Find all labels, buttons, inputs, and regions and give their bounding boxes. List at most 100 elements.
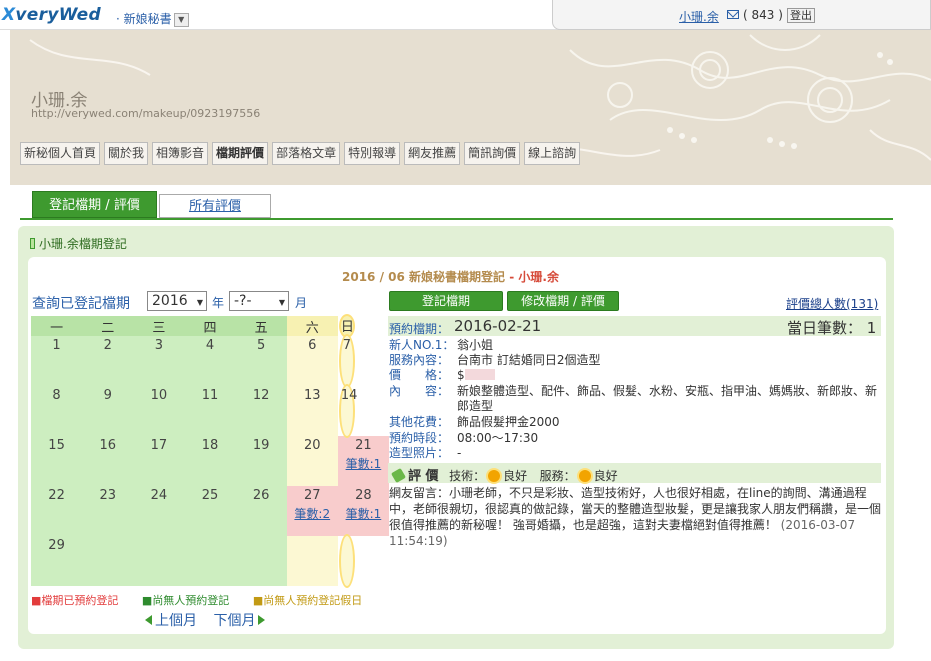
register-schedule-button[interactable]: 登記檔期: [389, 291, 503, 311]
chevron-down-icon[interactable]: ▼: [173, 12, 189, 27]
pencil-icon: [390, 467, 407, 484]
calendar-day[interactable]: 13: [286, 386, 338, 436]
nav-item-home[interactable]: 新秘個人首頁: [20, 142, 101, 165]
mail-icon[interactable]: [727, 10, 739, 19]
calendar-week: 22 23 24 25 26 27 筆數:2 28 筆數:1: [31, 486, 389, 536]
day-number: 6: [308, 338, 317, 353]
day-number: 14: [340, 388, 358, 403]
nav-item-sms[interactable]: 簡訊詢價: [464, 142, 521, 165]
year-label: 年: [212, 296, 225, 310]
calendar-day[interactable]: 21 筆數:1: [337, 436, 389, 486]
nav-item-consult[interactable]: 線上諮詢: [524, 142, 581, 165]
calendar-day[interactable]: 29: [31, 536, 83, 586]
calendar-day[interactable]: 24: [133, 486, 185, 536]
calendar-day: [235, 536, 287, 586]
day-number: 3: [154, 338, 163, 353]
calendar-day: [286, 536, 338, 586]
calendar-day[interactable]: 23: [82, 486, 134, 536]
weekday-header: 日: [340, 316, 354, 336]
calendar-day[interactable]: 14: [340, 386, 357, 436]
calendar-day[interactable]: 19: [235, 436, 287, 486]
nav-item-special[interactable]: 特別報導: [344, 142, 401, 165]
calendar-week: 8 9 10 11 12 13 14: [31, 386, 389, 436]
day-number: 10: [150, 388, 168, 403]
booking-date: 2016-02-21: [454, 317, 542, 335]
calendar-day[interactable]: 25: [184, 486, 236, 536]
calendar-day[interactable]: 9: [82, 386, 134, 436]
legend-free-holiday: ■尚無人預約登記假日: [252, 594, 363, 607]
calendar-day[interactable]: 1: [31, 336, 83, 386]
calendar-day[interactable]: 3: [133, 336, 185, 386]
username-link[interactable]: 小珊.余: [679, 8, 719, 25]
site-section-menu[interactable]: · 新娘秘書 ▼: [116, 10, 189, 27]
calendar-day[interactable]: 28 筆數:1: [337, 486, 389, 536]
calendar-day[interactable]: 4: [184, 336, 236, 386]
weekday-header: 五: [235, 316, 287, 336]
weekday-header: 三: [133, 316, 185, 336]
day-number: 19: [252, 438, 270, 453]
calendar-day[interactable]: 18: [184, 436, 236, 486]
month-pager: 上個月 下個月: [145, 610, 266, 630]
month-label: 月: [295, 296, 308, 310]
calendar-day[interactable]: 16: [82, 436, 134, 486]
calendar-heading: 2016 / 06 新娘秘書檔期登記 - 小珊.余: [342, 270, 559, 284]
day-number: 4: [205, 338, 215, 353]
calendar-day[interactable]: 15: [31, 436, 83, 486]
day-number: 13: [304, 388, 321, 403]
message-count: ( 843 ): [743, 8, 783, 22]
nav-item-recommend[interactable]: 網友推薦: [404, 142, 461, 165]
day-number: 28: [355, 488, 372, 503]
nav-item-about[interactable]: 關於我: [104, 142, 149, 165]
day-number: 29: [48, 538, 65, 553]
calendar-day[interactable]: 2: [82, 336, 134, 386]
nav-item-blog[interactable]: 部落格文章: [272, 142, 341, 165]
review-total-link[interactable]: 評價總人數(131): [786, 295, 878, 312]
day-number: 18: [201, 438, 219, 453]
calendar-day[interactable]: 20: [286, 436, 338, 486]
calendar-day: [133, 536, 185, 586]
edit-schedule-button[interactable]: 修改檔期 / 評價: [507, 291, 619, 311]
day-number: 5: [256, 338, 266, 353]
calendar-day[interactable]: 27 筆數:2: [286, 486, 338, 536]
booking-count-link[interactable]: 筆數:2: [287, 505, 338, 522]
nav-item-album[interactable]: 相簿影音: [152, 142, 209, 165]
tab-all-reviews[interactable]: 所有評價: [159, 194, 271, 218]
tab-underline: [20, 218, 893, 220]
calendar-day[interactable]: 12: [235, 386, 287, 436]
weekday-header: 二: [82, 316, 134, 336]
weekday-header: 六: [286, 316, 338, 336]
page-left-margin: [0, 30, 10, 661]
calendar-day[interactable]: 10: [133, 386, 185, 436]
calendar-day[interactable]: 26: [235, 486, 287, 536]
month-select[interactable]: -?-: [229, 291, 289, 312]
booking-calendar: 一二三四五六日 1 2 3 4 5 6 7 8 9 10 11 12 13 14 15 16 17 18 19 20 2…: [31, 316, 389, 586]
booking-count-link[interactable]: 筆數:1: [338, 505, 389, 522]
prev-month-link[interactable]: 上個月: [155, 613, 197, 629]
nav-item-schedule[interactable]: 檔期評價: [212, 142, 269, 165]
calendar-day[interactable]: 8: [31, 386, 83, 436]
verywed-logo[interactable]: XveryWed: [2, 5, 101, 25]
calendar-day[interactable]: 7: [340, 336, 353, 386]
calendar-day: [340, 536, 353, 586]
calendar-day[interactable]: 11: [184, 386, 236, 436]
logout-button[interactable]: 登出: [787, 8, 815, 23]
day-number: 2: [103, 338, 112, 353]
day-number: 21: [355, 438, 372, 453]
calendar-day[interactable]: 22: [31, 486, 83, 536]
booking-date-label: 預約檔期：: [389, 322, 450, 336]
query-label: 查詢已登記檔期: [32, 296, 130, 312]
top-bar: XveryWed · 新娘秘書 ▼ 小珊.余 ( 843 ) 登出: [0, 0, 931, 30]
year-select[interactable]: 2016: [147, 291, 207, 312]
day-number: 25: [201, 488, 219, 503]
calendar-day: [184, 536, 236, 586]
calendar-day[interactable]: 17: [133, 436, 185, 486]
day-number: 15: [48, 438, 65, 453]
profile-url: http://verywed.com/makeup/0923197556: [31, 107, 261, 120]
next-month-link[interactable]: 下個月: [213, 613, 255, 629]
calendar-day[interactable]: 5: [235, 336, 287, 386]
day-number: 16: [99, 438, 116, 453]
calendar-day[interactable]: 6: [286, 336, 338, 386]
calendar-day: [82, 536, 134, 586]
tab-register[interactable]: 登記檔期 / 評價: [32, 191, 157, 218]
booking-count-link[interactable]: 筆數:1: [338, 455, 389, 472]
